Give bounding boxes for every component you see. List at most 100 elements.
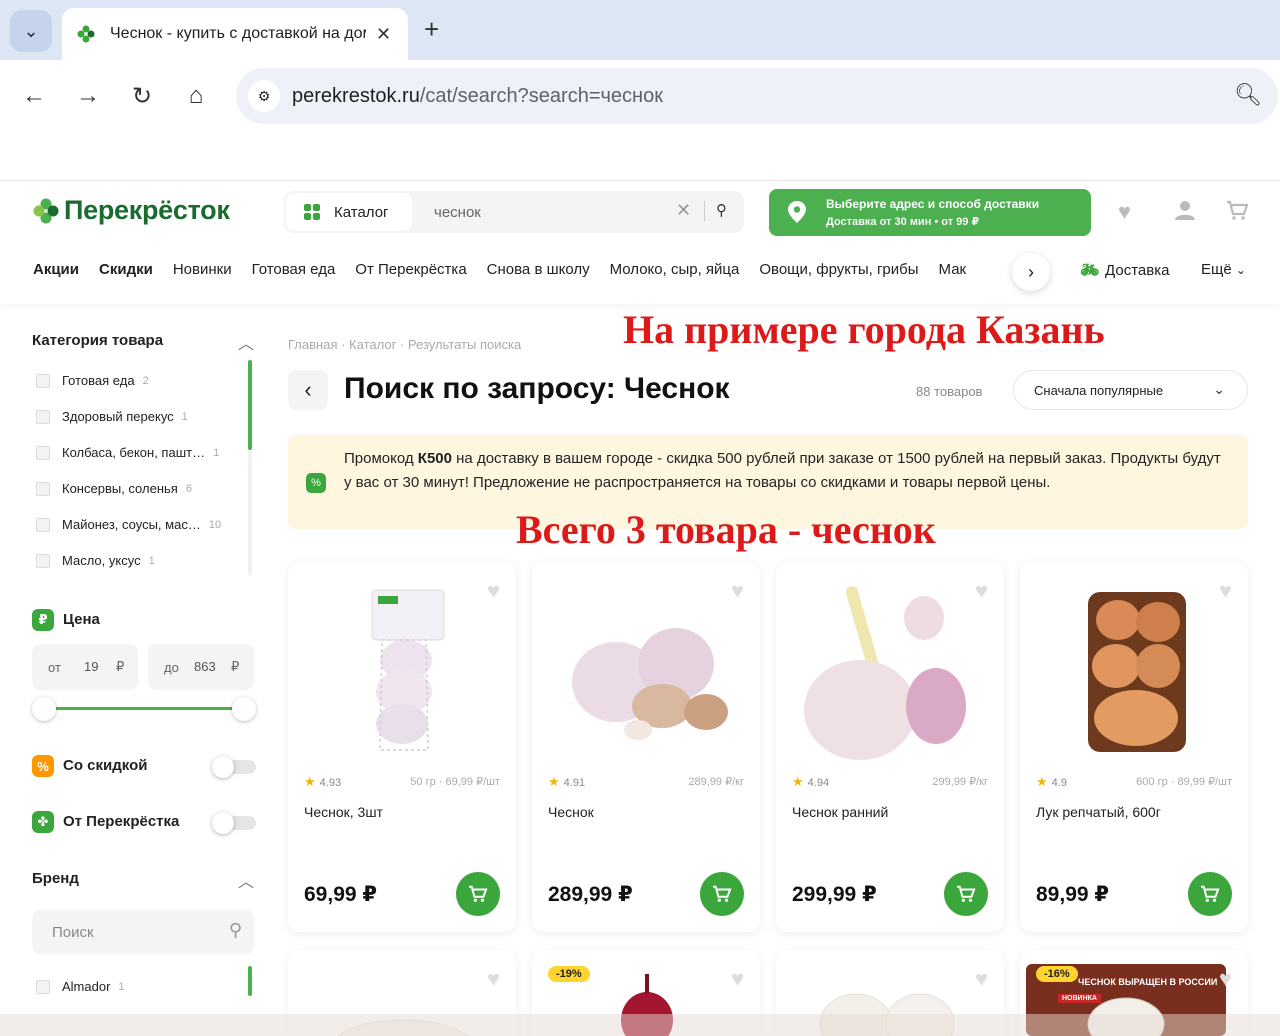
home-icon[interactable]: ⌂ bbox=[178, 78, 214, 114]
add-to-cart-button[interactable] bbox=[700, 872, 744, 916]
product-price: 289,99 ₽ bbox=[548, 883, 633, 906]
own-brand-toggle[interactable] bbox=[212, 812, 256, 834]
catalog-button[interactable]: Каталог bbox=[286, 193, 412, 231]
back-arrow-icon[interactable]: ← bbox=[16, 78, 52, 114]
category-option[interactable]: Майонез, соусы, мас… 10 bbox=[36, 517, 221, 532]
product-name[interactable]: Лук репчатый, 600г bbox=[1036, 804, 1161, 820]
discount-toggle[interactable] bbox=[212, 756, 256, 778]
price-to-input[interactable]: до 863 ₽ bbox=[148, 644, 254, 690]
add-to-cart-button[interactable] bbox=[944, 872, 988, 916]
category-option[interactable]: Масло, уксус 1 bbox=[36, 553, 155, 568]
delivery-link[interactable]: 🚲︎ Доставка bbox=[1080, 261, 1169, 279]
product-card[interactable]: ♥ ★ 4.91 289,99 ₽/кг Чеснок 289,99 ₽ bbox=[532, 562, 760, 932]
bottom-edge bbox=[0, 1014, 1280, 1036]
chevron-left-icon: ‹ bbox=[304, 377, 312, 402]
add-to-cart-button[interactable] bbox=[456, 872, 500, 916]
favorites-heart-icon[interactable]: ♥ bbox=[1118, 199, 1131, 225]
product-card[interactable]: ♥ ★ 4.93 50 гр · 69,99 ₽/шт Чеснок, 3шт 6… bbox=[288, 562, 516, 932]
profile-icon[interactable] bbox=[1174, 199, 1196, 227]
menu-item-own-brand[interactable]: От Перекрёстка bbox=[355, 261, 466, 278]
category-option[interactable]: Готовая еда 2 bbox=[36, 373, 149, 388]
add-to-cart-button[interactable] bbox=[1188, 872, 1232, 916]
brand-filter-title: Бренд bbox=[32, 870, 79, 887]
browser-tab-active[interactable]: Чеснок - купить с доставкой на дом ✕ bbox=[62, 8, 408, 60]
perekrestok-favicon-icon bbox=[77, 25, 95, 43]
own-brand-filter: ✤ От Перекрёстка bbox=[32, 811, 179, 833]
results-count: 88 товаров bbox=[916, 384, 983, 399]
category-filter-title: Категория товара bbox=[32, 332, 164, 349]
product-image-young-garlic bbox=[804, 586, 966, 760]
checkbox[interactable] bbox=[36, 481, 50, 496]
checkbox[interactable] bbox=[36, 373, 50, 388]
search-input[interactable]: чеснок bbox=[434, 204, 481, 221]
more-menu[interactable]: Ещё ⌄ bbox=[1201, 261, 1246, 278]
checkbox[interactable] bbox=[36, 445, 50, 460]
scrollbar-thumb[interactable] bbox=[248, 360, 252, 450]
price-slider-max-handle[interactable] bbox=[232, 697, 256, 721]
clear-search-icon[interactable]: ✕ bbox=[676, 200, 691, 221]
menu-item-truncated[interactable]: Мак bbox=[939, 261, 967, 278]
menu-item-ready-food[interactable]: Готовая еда bbox=[252, 261, 336, 278]
favorite-heart-icon[interactable]: ♥ bbox=[731, 966, 744, 992]
price-slider-track[interactable] bbox=[44, 707, 244, 710]
category-option[interactable]: Здоровый перекус 1 bbox=[36, 409, 188, 424]
close-icon[interactable]: ✕ bbox=[376, 24, 391, 45]
price-from-input[interactable]: от 19 ₽ bbox=[32, 644, 138, 690]
menu-item-school[interactable]: Снова в школу bbox=[487, 261, 590, 278]
menu-item-promos[interactable]: Акции bbox=[33, 261, 79, 278]
site-logo[interactable]: Перекрёсток bbox=[32, 195, 230, 226]
tab-search-dropdown[interactable]: ⌄ bbox=[10, 10, 52, 52]
cart-icon bbox=[957, 885, 976, 902]
sort-select[interactable]: Сначала популярные ⌄ bbox=[1013, 370, 1248, 410]
cart-icon bbox=[469, 885, 488, 902]
favorite-heart-icon[interactable]: ♥ bbox=[1219, 966, 1232, 992]
scrollbar-thumb[interactable] bbox=[248, 966, 252, 996]
menu-scroll-right-button[interactable]: › bbox=[1012, 253, 1050, 291]
menu-item-dairy[interactable]: Молоко, сыр, яйца bbox=[610, 261, 740, 278]
product-card[interactable]: ♥ ★ 4.94 299,99 ₽/кг Чеснок ранний 299,99… bbox=[776, 562, 1004, 932]
brand-search-input[interactable]: Поиск ⚲ bbox=[32, 910, 254, 954]
browser-tab-bar: ⌄ Чеснок - купить с доставкой на дом ✕ + bbox=[0, 0, 1280, 60]
reload-icon[interactable]: ↻ bbox=[124, 78, 160, 114]
chevron-down-icon: ⌄ bbox=[23, 20, 39, 41]
product-name[interactable]: Чеснок bbox=[548, 804, 594, 820]
zoom-icon[interactable]: 🔍︎ bbox=[1234, 82, 1262, 108]
favorite-heart-icon[interactable]: ♥ bbox=[975, 966, 988, 992]
breadcrumb: Главная · Каталог · Результаты поиска bbox=[288, 337, 522, 352]
menu-item-vegetables[interactable]: Овощи, фрукты, грибы bbox=[759, 261, 918, 278]
product-price: 299,99 ₽ bbox=[792, 883, 877, 906]
site-settings-icon[interactable]: ⚙ bbox=[248, 80, 280, 112]
back-button[interactable]: ‹ bbox=[288, 370, 328, 410]
forward-arrow-icon[interactable]: → bbox=[70, 78, 106, 114]
address-bar[interactable]: ⚙ perekrestok.ru/cat/search?search=чесно… bbox=[236, 68, 1278, 124]
product-name[interactable]: Чеснок, 3шт bbox=[304, 804, 383, 820]
category-option[interactable]: Колбаса, бекон, пашт… 1 bbox=[36, 445, 219, 460]
unit-price: 50 гр · 69,99 ₽/шт bbox=[410, 776, 500, 788]
brand-scrollbar[interactable] bbox=[248, 966, 252, 996]
logo-clover-icon bbox=[33, 198, 59, 223]
category-scrollbar[interactable] bbox=[248, 360, 252, 576]
product-name[interactable]: Чеснок ранний bbox=[792, 804, 888, 820]
search-icon[interactable]: ⚲ bbox=[716, 201, 727, 219]
menu-item-discounts[interactable]: Скидки bbox=[99, 261, 153, 278]
checkbox[interactable] bbox=[36, 979, 50, 994]
cart-icon bbox=[1201, 885, 1220, 902]
new-tab-icon[interactable]: + bbox=[424, 14, 439, 45]
breadcrumb-home[interactable]: Главная bbox=[288, 337, 337, 352]
chevron-up-icon[interactable]: ︿ bbox=[238, 330, 254, 354]
rating: ★ 4.91 bbox=[548, 774, 586, 789]
delivery-address-button[interactable]: Выберите адрес и способ доставки Доставк… bbox=[769, 189, 1091, 236]
product-card[interactable]: ♥ ★ 4.9 600 гр · 89,99 ₽/шт Лук репчатый,… bbox=[1020, 562, 1248, 932]
cart-icon[interactable] bbox=[1226, 199, 1249, 227]
checkbox[interactable] bbox=[36, 517, 50, 532]
menu-item-new[interactable]: Новинки bbox=[173, 261, 232, 278]
category-option[interactable]: Консервы, соленья 6 bbox=[36, 481, 192, 496]
checkbox[interactable] bbox=[36, 553, 50, 568]
brand-option[interactable]: Almador 1 bbox=[36, 979, 125, 994]
checkbox[interactable] bbox=[36, 409, 50, 424]
breadcrumb-catalog[interactable]: Каталог bbox=[349, 337, 396, 352]
price-slider-min-handle[interactable] bbox=[32, 697, 56, 721]
favorite-heart-icon[interactable]: ♥ bbox=[487, 966, 500, 992]
chevron-up-icon[interactable]: ︿ bbox=[238, 868, 254, 892]
discount-badge: -19% bbox=[548, 966, 590, 982]
